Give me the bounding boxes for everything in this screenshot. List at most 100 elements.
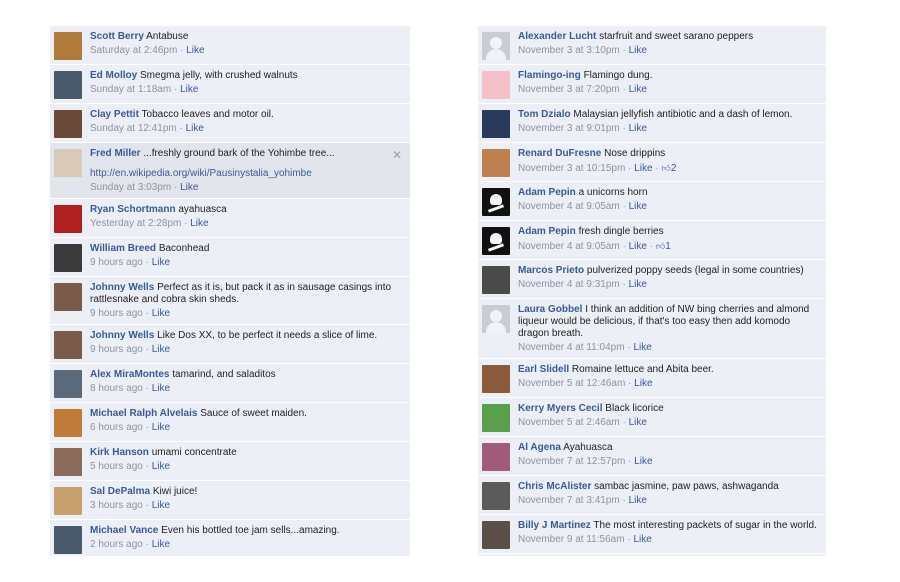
commenter-name-link[interactable]: Al Agena [518,442,561,453]
user-photo-icon[interactable] [54,448,82,476]
like-link[interactable]: Like [152,344,170,355]
commenter-name-link[interactable]: Earl Slidell [518,364,569,375]
user-photo-icon[interactable] [482,110,510,138]
comment-meta: November 4 at 11:04pm · Like [518,342,652,353]
like-link[interactable]: Like [180,182,198,193]
like-link[interactable]: Like [152,383,170,394]
user-photo-icon[interactable] [54,244,82,272]
commenter-name-link[interactable]: Adam Pepin [518,226,576,237]
like-link[interactable]: Like [152,257,170,268]
comment-timestamp: November 4 at 9:05am [518,201,620,212]
user-photo-icon[interactable] [482,365,510,393]
like-link[interactable]: Like [629,84,647,95]
like-link[interactable]: Like [629,417,647,428]
comment-timestamp: November 5 at 2:46am [518,417,620,428]
user-photo-icon[interactable] [54,283,82,311]
comment-url-link[interactable]: http://en.wikipedia.org/wiki/Pausinystal… [90,168,404,180]
comment-item: Kirk Hanson umami concentrate 5 hours ago… [50,442,410,481]
user-photo-icon[interactable] [482,443,510,471]
default-avatar-icon[interactable] [482,305,510,333]
like-count[interactable]: 1 [665,241,671,252]
commenter-name-link[interactable]: Alex MiraMontes [90,369,169,380]
comment-meta: November 3 at 9:01pm · Like [518,123,647,134]
user-photo-icon[interactable] [54,205,82,233]
like-link[interactable]: Like [629,123,647,134]
user-photo-icon[interactable] [482,521,510,549]
user-photo-icon[interactable] [54,149,82,177]
like-link[interactable]: Like [629,279,647,290]
like-link[interactable]: Like [633,534,651,545]
comment-text: Like Dos XX, to be perfect it needs a sl… [157,330,378,341]
user-photo-icon[interactable] [54,110,82,138]
user-photo-icon[interactable] [482,404,510,432]
like-link[interactable]: Like [629,45,647,56]
commenter-name-link[interactable]: Laura Gobbel [518,304,582,315]
user-photo-icon[interactable] [482,266,510,294]
user-photo-icon[interactable] [54,71,82,99]
like-link[interactable]: Like [186,123,204,134]
commenter-name-link[interactable]: Fred Miller [90,148,141,159]
like-link[interactable]: Like [186,45,204,56]
like-link[interactable]: Like [634,378,652,389]
like-link[interactable]: Like [634,163,652,174]
commenter-name-link[interactable]: Adam Pepin [518,187,576,198]
thumbs-up-icon[interactable]: 👍︎ [656,241,665,251]
user-photo-icon[interactable] [482,149,510,177]
like-link[interactable]: Like [152,461,170,472]
like-link[interactable]: Like [180,84,198,95]
user-photo-icon[interactable] [482,482,510,510]
comment-item: Chris McAlister sambac jasmine, paw paws… [478,476,826,515]
flamingo-avatar-icon[interactable] [482,71,510,99]
like-link[interactable]: Like [152,308,170,319]
thumbs-up-icon[interactable]: 👍︎ [661,163,670,173]
close-icon[interactable]: ✕ [392,149,402,161]
comment-timestamp: Yesterday at 2:28pm [90,218,182,229]
like-link[interactable]: Like [633,342,651,353]
user-photo-icon[interactable] [54,526,82,554]
like-link[interactable]: Like [152,500,170,511]
default-avatar-icon[interactable] [482,32,510,60]
user-photo-icon[interactable] [54,409,82,437]
comment-body: Michael Ralph Alvelais Sauce of sweet ma… [90,408,404,434]
commenter-name-link[interactable]: William Breed [90,243,156,254]
commenter-name-link[interactable]: Kerry Myers Cecil [518,403,603,414]
commenter-name-link[interactable]: Johnny Wells [90,282,154,293]
commenter-name-link[interactable]: Renard DuFresne [518,148,601,159]
commenter-name-link[interactable]: Johnny Wells [90,330,154,341]
like-link[interactable]: Like [629,495,647,506]
commenter-name-link[interactable]: Alexander Lucht [518,31,596,42]
like-link[interactable]: Like [634,456,652,467]
commenter-name-link[interactable]: Sal DePalma [90,486,150,497]
user-photo-icon[interactable] [54,370,82,398]
comment-item: Marcos Prieto pulverized poppy seeds (le… [478,260,826,299]
commenter-name-link[interactable]: Kirk Hanson [90,447,149,458]
commenter-name-link[interactable]: Marcos Prieto [518,265,584,276]
user-photo-icon[interactable] [54,331,82,359]
commenter-name-link[interactable]: Chris McAlister [518,481,591,492]
commenter-name-link[interactable]: Tom Dzialo [518,109,571,120]
comment-body: Tom Dzialo Malaysian jellyfish antibioti… [518,109,820,135]
comment-item: Adam Pepin a unicorns horn November 4 at … [478,182,826,221]
skull-avatar-icon[interactable] [482,188,510,216]
like-link[interactable]: Like [190,218,208,229]
commenter-name-link[interactable]: Billy J Martinez [518,520,591,531]
commenter-name-link[interactable]: Clay Pettit [90,109,139,120]
like-link[interactable]: Like [629,241,647,252]
comment-timestamp: November 4 at 11:04pm [518,342,625,353]
commenter-name-link[interactable]: Flamingo-ing [518,70,581,81]
comment-timestamp: November 4 at 9:31pm [518,279,620,290]
like-link[interactable]: Like [152,539,170,550]
camel-avatar-icon[interactable] [54,32,82,60]
commenter-name-link[interactable]: Michael Vance [90,525,158,536]
commenter-name-link[interactable]: Ed Molloy [90,70,137,81]
like-link[interactable]: Like [152,422,170,433]
skull-avatar-icon[interactable] [482,227,510,255]
user-photo-icon[interactable] [54,487,82,515]
like-link[interactable]: Like [629,201,647,212]
like-count[interactable]: 2 [671,163,677,174]
commenter-name-link[interactable]: Ryan Schortmann [90,204,176,215]
comment-timestamp: Sunday at 3:03pm [90,182,172,193]
commenter-name-link[interactable]: Scott Berry [90,31,144,42]
comment-body: Laura Gobbel I think an addition of NW b… [518,304,820,354]
commenter-name-link[interactable]: Michael Ralph Alvelais [90,408,197,419]
